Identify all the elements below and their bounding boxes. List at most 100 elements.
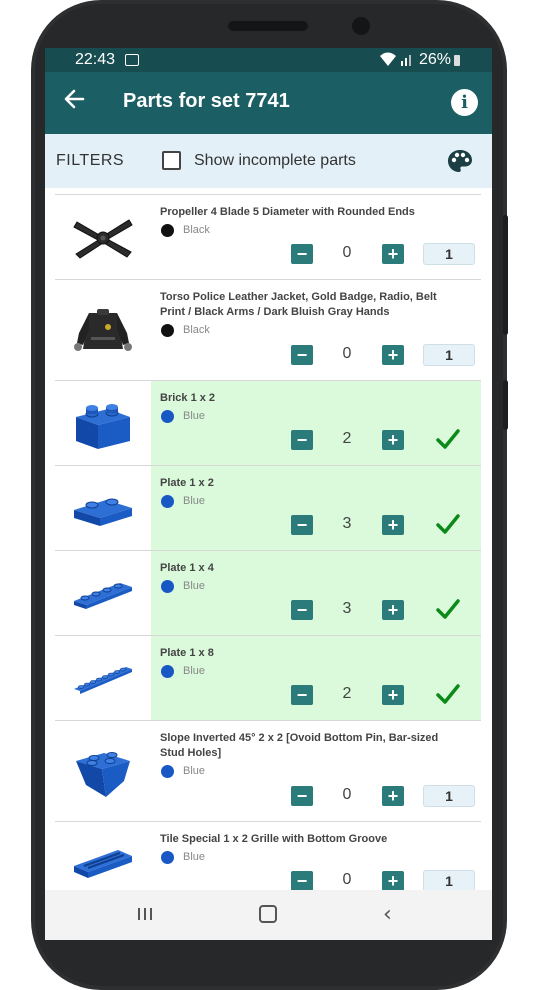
part-details: Brick 1 x 2 Blue − 2 + bbox=[151, 381, 481, 465]
color-name: Blue bbox=[183, 765, 206, 777]
complete-check-icon bbox=[435, 598, 461, 620]
power-button bbox=[503, 380, 508, 430]
part-name: Plate 1 x 4 bbox=[160, 562, 214, 574]
battery-icon bbox=[454, 55, 460, 66]
color-swatch bbox=[161, 665, 174, 678]
decrement-button[interactable]: − bbox=[291, 685, 313, 705]
parts-list: Propeller 4 Blade 5 Diameter with Rounde… bbox=[55, 194, 481, 890]
part-row: Propeller 4 Blade 5 Diameter with Rounde… bbox=[55, 194, 481, 279]
color-swatch bbox=[161, 224, 174, 237]
color-name: Blue bbox=[183, 851, 206, 863]
show-incomplete-checkbox[interactable] bbox=[162, 151, 181, 170]
part-name: Propeller 4 Blade 5 Diameter with Rounde… bbox=[160, 206, 415, 218]
color-name: Blue bbox=[183, 580, 206, 592]
color-name: Black bbox=[183, 224, 210, 236]
color-swatch bbox=[161, 410, 174, 423]
quantity-value: 0 bbox=[342, 345, 352, 362]
part-image bbox=[55, 195, 151, 279]
color-name: Blue bbox=[183, 495, 206, 507]
part-row: Plate 1 x 8 Blue − 2 + bbox=[55, 635, 481, 720]
part-image bbox=[55, 280, 151, 380]
increment-button[interactable]: + bbox=[382, 786, 404, 806]
decrement-button[interactable]: − bbox=[291, 515, 313, 535]
part-image bbox=[55, 822, 151, 890]
page-title: Parts for set 7741 bbox=[123, 90, 290, 112]
increment-button[interactable]: + bbox=[382, 515, 404, 535]
increment-button[interactable]: + bbox=[382, 685, 404, 705]
image-notification-icon bbox=[125, 54, 139, 66]
quantity-value: 2 bbox=[342, 430, 352, 447]
palette-icon[interactable] bbox=[447, 148, 473, 179]
decrement-button[interactable]: − bbox=[291, 345, 313, 365]
part-details: Propeller 4 Blade 5 Diameter with Rounde… bbox=[151, 195, 481, 279]
wifi-icon bbox=[379, 51, 397, 70]
info-icon[interactable]: i bbox=[451, 89, 478, 116]
quantity-value: 3 bbox=[342, 600, 352, 617]
required-quantity-badge[interactable]: 1 bbox=[423, 870, 475, 890]
decrement-button[interactable]: − bbox=[291, 430, 313, 450]
part-image bbox=[55, 381, 151, 465]
decrement-button[interactable]: − bbox=[291, 871, 313, 890]
show-incomplete-label[interactable]: Show incomplete parts bbox=[194, 152, 356, 170]
app-bar: Parts for set 7741 i bbox=[45, 72, 492, 134]
color-name: Black bbox=[183, 324, 210, 336]
quantity-value: 0 bbox=[342, 786, 352, 803]
part-row: Slope Inverted 45° 2 x 2 [Ovoid Bottom P… bbox=[55, 720, 481, 821]
quantity-value: 0 bbox=[342, 871, 352, 888]
arrow-left-icon[interactable] bbox=[63, 88, 85, 117]
increment-button[interactable]: + bbox=[382, 871, 404, 890]
part-image bbox=[55, 466, 151, 550]
system-nav-bar: ‹ bbox=[45, 890, 492, 940]
complete-check-icon bbox=[435, 683, 461, 705]
decrement-button[interactable]: − bbox=[291, 600, 313, 620]
color-swatch bbox=[161, 765, 174, 778]
increment-button[interactable]: + bbox=[382, 600, 404, 620]
home-icon[interactable] bbox=[259, 905, 277, 923]
complete-check-icon bbox=[435, 513, 461, 535]
color-swatch bbox=[161, 495, 174, 508]
back-chevron-icon[interactable]: ‹ bbox=[383, 902, 392, 927]
part-row: Torso Police Leather Jacket, Gold Badge,… bbox=[55, 279, 481, 380]
increment-button[interactable]: + bbox=[382, 244, 404, 264]
part-row: Plate 1 x 2 Blue − 3 + bbox=[55, 465, 481, 550]
part-details: Plate 1 x 2 Blue − 3 + bbox=[151, 466, 481, 550]
part-image bbox=[55, 551, 151, 635]
required-quantity-badge[interactable]: 1 bbox=[423, 785, 475, 807]
color-swatch bbox=[161, 324, 174, 337]
quantity-value: 2 bbox=[342, 685, 352, 702]
screen: 22:43 26% Parts for set 7741 i FILTERS S… bbox=[45, 48, 492, 940]
part-row: Brick 1 x 2 Blue − 2 + bbox=[55, 380, 481, 465]
part-details: Plate 1 x 8 Blue − 2 + bbox=[151, 636, 481, 720]
part-name: Plate 1 x 8 bbox=[160, 647, 214, 659]
increment-button[interactable]: + bbox=[382, 345, 404, 365]
decrement-button[interactable]: − bbox=[291, 786, 313, 806]
filter-bar: FILTERS Show incomplete parts bbox=[45, 134, 492, 188]
part-name: Torso Police Leather Jacket, Gold Badge,… bbox=[160, 291, 437, 318]
part-details: Plate 1 x 4 Blue − 3 + bbox=[151, 551, 481, 635]
recents-icon[interactable] bbox=[137, 906, 153, 922]
battery-percent: 26% bbox=[419, 51, 452, 68]
part-image bbox=[55, 636, 151, 720]
part-row: Tile Special 1 x 2 Grille with Bottom Gr… bbox=[55, 821, 481, 890]
quantity-value: 3 bbox=[342, 515, 352, 532]
required-quantity-badge[interactable]: 1 bbox=[423, 243, 475, 265]
signal-icon bbox=[400, 51, 414, 70]
required-quantity-badge[interactable]: 1 bbox=[423, 344, 475, 366]
complete-check-icon bbox=[435, 428, 461, 450]
part-details: Torso Police Leather Jacket, Gold Badge,… bbox=[151, 280, 481, 380]
quantity-value: 0 bbox=[342, 244, 352, 261]
part-details: Slope Inverted 45° 2 x 2 [Ovoid Bottom P… bbox=[151, 721, 481, 821]
color-swatch bbox=[161, 851, 174, 864]
part-name: Slope Inverted 45° 2 x 2 [Ovoid Bottom P… bbox=[160, 732, 439, 759]
front-camera bbox=[352, 17, 370, 35]
color-name: Blue bbox=[183, 665, 206, 677]
increment-button[interactable]: + bbox=[382, 430, 404, 450]
part-image bbox=[55, 721, 151, 821]
volume-button bbox=[503, 215, 508, 335]
part-name: Tile Special 1 x 2 Grille with Bottom Gr… bbox=[160, 833, 388, 845]
earpiece-speaker bbox=[228, 21, 308, 31]
part-name: Brick 1 x 2 bbox=[160, 392, 216, 404]
part-row: Plate 1 x 4 Blue − 3 + bbox=[55, 550, 481, 635]
part-name: Plate 1 x 2 bbox=[160, 477, 214, 489]
decrement-button[interactable]: − bbox=[291, 244, 313, 264]
